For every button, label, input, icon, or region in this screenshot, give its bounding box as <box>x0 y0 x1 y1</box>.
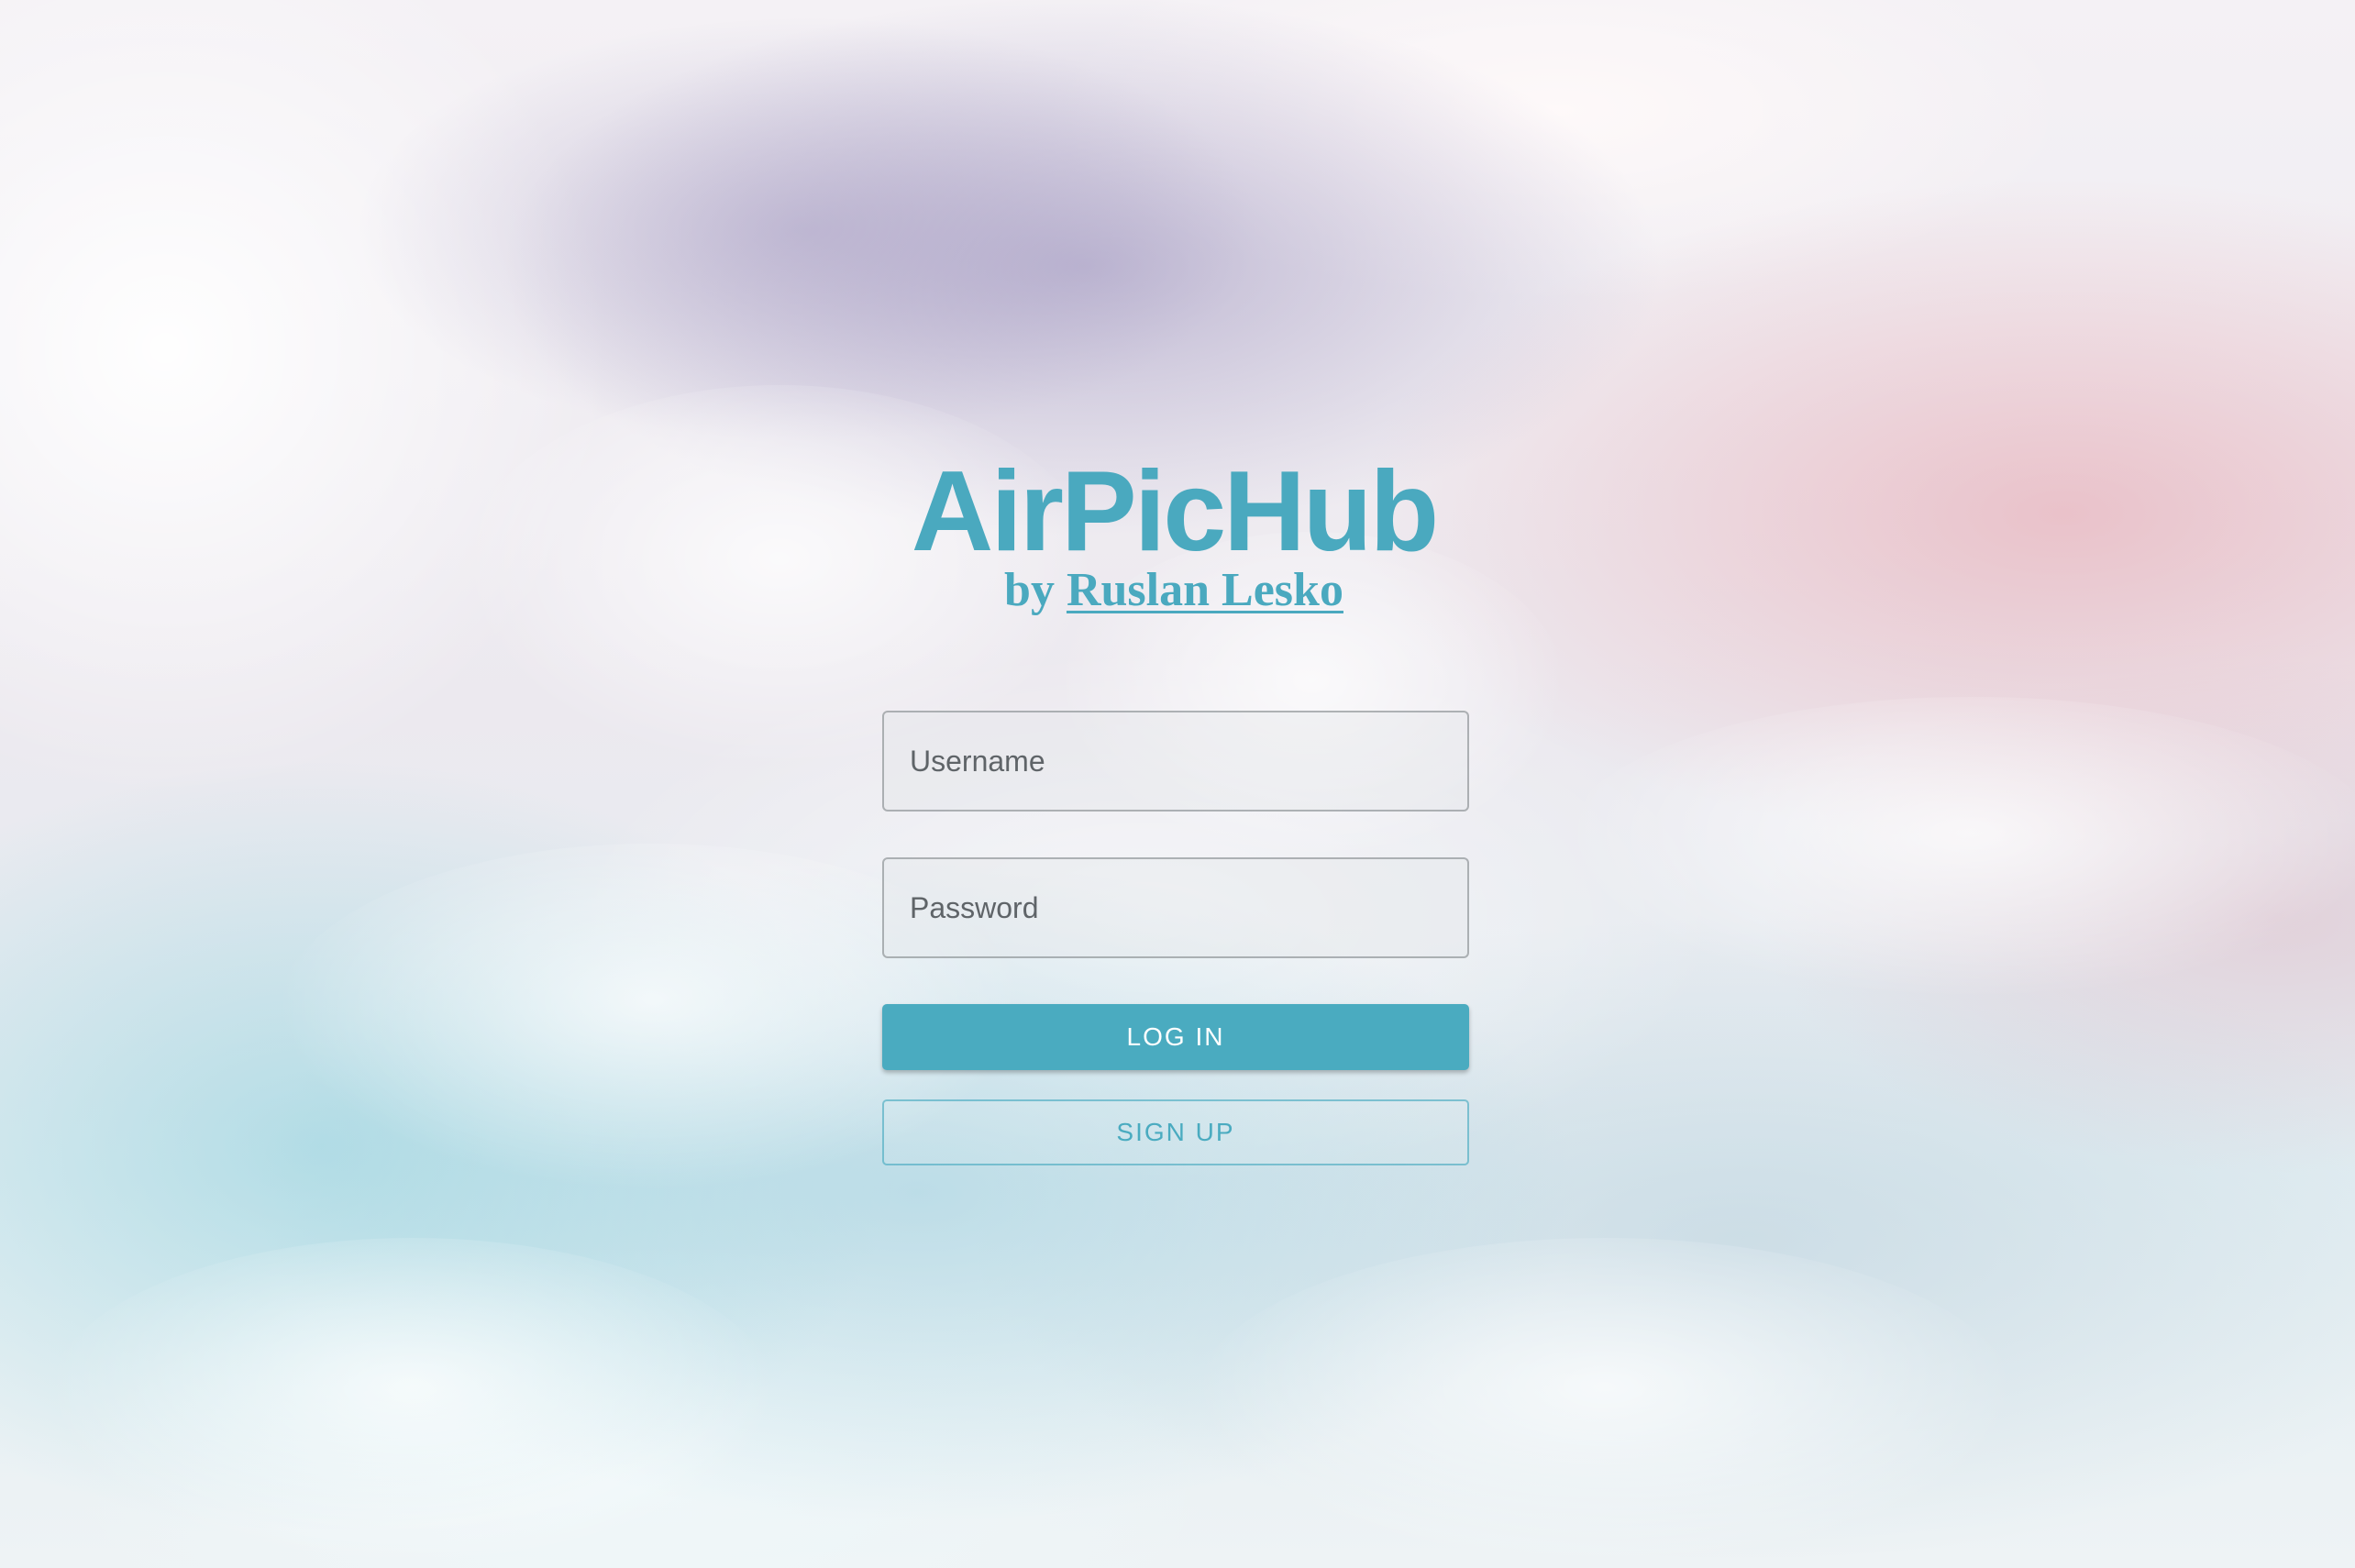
username-input[interactable] <box>882 711 1469 812</box>
byline-prefix: by <box>1004 564 1055 616</box>
login-panel: AirPicHub by Ruslan Lesko LOG IN SIGN UP <box>0 0 2355 1568</box>
password-input[interactable] <box>882 857 1469 958</box>
login-button[interactable]: LOG IN <box>882 1004 1469 1070</box>
app-title: AirPicHub <box>911 448 1439 575</box>
byline: by Ruslan Lesko <box>880 561 1467 620</box>
signup-button[interactable]: SIGN UP <box>882 1099 1469 1165</box>
author-link[interactable]: Ruslan Lesko <box>1067 564 1343 616</box>
